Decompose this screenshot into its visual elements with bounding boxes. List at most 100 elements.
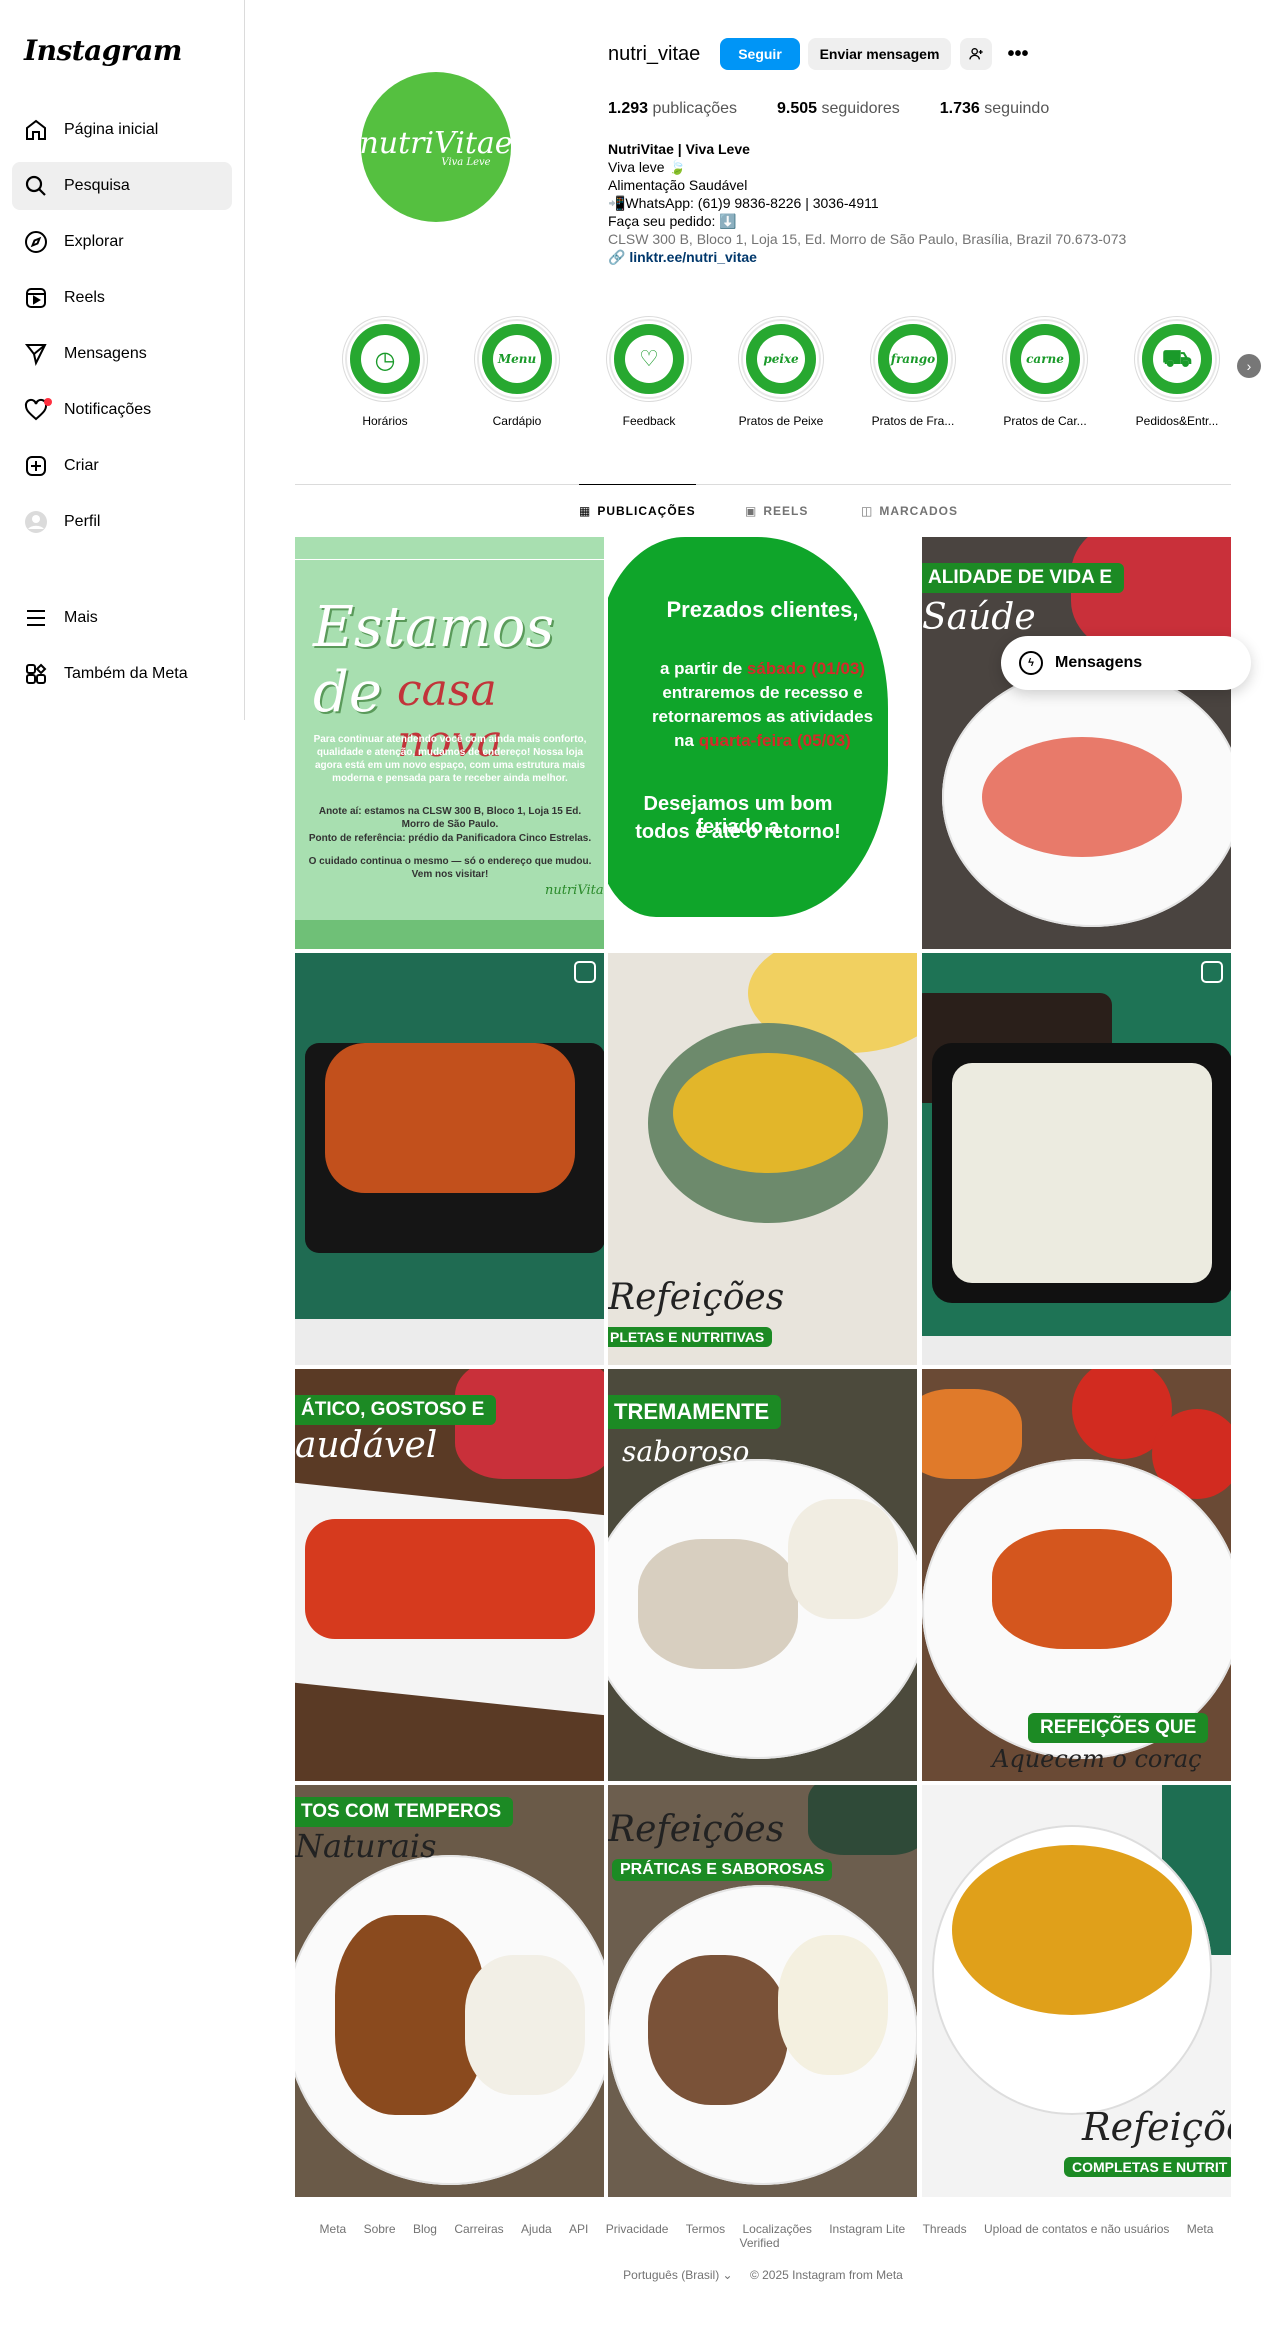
chevron-right-icon: › <box>1246 358 1252 374</box>
post-natural-seasoning[interactable]: TOS COM TEMPEROS Naturais <box>295 1785 604 2197</box>
post-ribbon: TREMAMENTE <box>608 1395 782 1429</box>
reels-icon <box>26 288 46 308</box>
notification-dot <box>44 398 52 406</box>
footer-link[interactable]: Localizações <box>742 2222 811 2236</box>
post-script: Refeições <box>608 1809 785 1850</box>
profile-stats: 1.293 publicações 9.505 seguidores 1.736… <box>608 100 1049 118</box>
footer-link[interactable]: Privacidade <box>606 2222 669 2236</box>
post-holiday-notice[interactable]: Prezados clientes, a partir de sábado (0… <box>608 537 917 949</box>
search-icon <box>25 175 46 196</box>
home-icon <box>26 119 46 140</box>
avatar-icon <box>25 511 47 533</box>
post-practical-meals[interactable]: Refeições PRÁTICAS E SABOROSAS <box>608 1785 917 2197</box>
story-highlights: ◷ Horários Menu Cardápio ♡ Feedback peixe Pr… <box>335 316 1261 436</box>
post-practical-tasty[interactable]: ÁTICO, GOSTOSO E audável <box>295 1369 604 1781</box>
sidebar-item-profile[interactable]: Perfil <box>12 498 232 546</box>
send-message-button[interactable]: Enviar mensagem <box>808 38 951 70</box>
footer-link[interactable]: Sobre <box>364 2222 396 2236</box>
delivery-truck-icon: ⛟ <box>1153 335 1201 383</box>
bio-address[interactable]: CLSW 300 B, Bloco 1, Loja 15, Ed. Morro … <box>608 230 1126 248</box>
post-ribbon: TOS COM TEMPEROS <box>295 1797 514 1827</box>
sidebar: Instagram Página inicial Pesquisa Explor… <box>0 0 245 720</box>
sidebar-item-label: Mais <box>64 609 98 626</box>
tab-reels[interactable]: ▣ REELS <box>745 485 808 537</box>
profile-avatar[interactable]: nutriVitae Viva Leve <box>359 72 513 222</box>
followers-count[interactable]: 9.505 seguidores <box>777 100 900 118</box>
post-reel-rice[interactable] <box>922 953 1231 1365</box>
sidebar-item-label: Página inicial <box>64 121 159 138</box>
post-moving-announcement[interactable]: Estamos de casa nova Para continuar aten… <box>295 537 604 949</box>
highlight-frango[interactable]: frango Pratos de Fra... <box>863 316 963 428</box>
following-count[interactable]: 1.736 seguindo <box>940 100 1049 118</box>
fish-icon: peixe <box>757 335 805 383</box>
avatar-brand-text: nutriVitae <box>359 126 513 161</box>
footer: Meta Sobre Blog Carreiras Ajuda API Priv… <box>295 2222 1231 2282</box>
post-body-text: Para continuar atendendo você com ainda … <box>313 734 587 784</box>
sidebar-item-more[interactable]: Mais <box>12 594 232 642</box>
feedback-heart-icon: ♡ <box>625 335 673 383</box>
post-soup-complete[interactable]: Refeições PLETAS E NUTRITIVAS <box>608 953 917 1365</box>
sidebar-item-notifications[interactable]: Notificações <box>12 386 232 434</box>
footer-link[interactable]: API <box>569 2222 588 2236</box>
floating-messages-button[interactable]: ϟ Mensagens <box>1001 636 1251 690</box>
sidebar-item-search[interactable]: Pesquisa <box>12 162 232 210</box>
footer-link[interactable]: Termos <box>686 2222 725 2236</box>
highlight-peixe[interactable]: peixe Pratos de Peixe <box>731 316 831 428</box>
meat-icon: carne <box>1021 335 1069 383</box>
posts-count[interactable]: 1.293 publicações <box>608 100 737 118</box>
sidebar-item-reels[interactable]: Reels <box>12 274 232 322</box>
send-icon <box>24 344 47 366</box>
highlight-carne[interactable]: carne Pratos de Car... <box>995 316 1095 428</box>
sidebar-item-label: Também da Meta <box>64 665 188 682</box>
tab-tagged[interactable]: ◫ MARCADOS <box>861 485 958 537</box>
more-options-button[interactable]: ••• <box>1002 38 1034 70</box>
highlight-pedidos[interactable]: ⛟ Pedidos&Entr... <box>1127 316 1227 428</box>
post-complete-soup[interactable]: Refeiçõe COMPLETAS E NUTRIT <box>922 1785 1231 2197</box>
post-quality-of-life[interactable]: ALIDADE DE VIDA E Saúde <box>922 537 1231 949</box>
post-ribbon: REFEIÇÕES QUE <box>1028 1713 1209 1743</box>
footer-link[interactable]: Instagram Lite <box>829 2222 905 2236</box>
suggest-user-button[interactable] <box>960 38 992 70</box>
post-script: saboroso <box>622 1435 750 1468</box>
post-warm-the-heart[interactable]: REFEIÇÕES QUE Aquecem o coraç <box>922 1369 1231 1781</box>
post-ribbon: COMPLETAS E NUTRIT <box>1064 2157 1231 2177</box>
post-extremely-tasty[interactable]: TREMAMENTE saboroso <box>608 1369 917 1781</box>
plus-square-icon <box>26 456 46 476</box>
sidebar-item-create[interactable]: Criar <box>12 442 232 490</box>
reels-tab-icon: ▣ <box>745 504 758 518</box>
sidebar-item-messages[interactable]: Mensagens <box>12 330 232 378</box>
footer-link[interactable]: Ajuda <box>521 2222 552 2236</box>
highlight-horarios[interactable]: ◷ Horários <box>335 316 435 428</box>
footer-link[interactable]: Meta <box>320 2222 347 2236</box>
highlight-feedback[interactable]: ♡ Feedback <box>599 316 699 428</box>
instagram-logo[interactable]: Instagram <box>24 34 182 67</box>
footer-link[interactable]: Upload de contatos e não usuários <box>984 2222 1169 2236</box>
language-selector[interactable]: Português (Brasil) ⌄ <box>623 2268 732 2282</box>
highlights-next-button[interactable]: › <box>1237 354 1261 378</box>
sidebar-item-label: Criar <box>64 457 99 474</box>
sidebar-item-label: Perfil <box>64 513 101 530</box>
highlight-cardapio[interactable]: Menu Cardápio <box>467 316 567 428</box>
follow-button[interactable]: Seguir <box>720 38 800 70</box>
sidebar-item-explore[interactable]: Explorar <box>12 218 232 266</box>
chicken-icon: frango <box>889 335 937 383</box>
post-address-text: Anote aí: estamos na CLSW 300 B, Bloco 1… <box>318 806 582 830</box>
footer-links: Meta Sobre Blog Carreiras Ajuda API Priv… <box>295 2222 1231 2250</box>
post-script: audável <box>295 1425 438 1466</box>
sidebar-item-label: Reels <box>64 289 105 306</box>
post-reel-sauce[interactable] <box>295 953 604 1365</box>
compass-icon <box>25 231 47 253</box>
ellipsis-icon: ••• <box>1007 42 1029 65</box>
sidebar-item-label: Notificações <box>64 401 152 418</box>
copyright-text: © 2025 Instagram from Meta <box>749 2268 903 2282</box>
profile-tabs: ▦ PUBLICAÇÕES ▣ REELS ◫ MARCADOS <box>295 484 1231 536</box>
link-icon: 🔗 <box>608 249 630 265</box>
sidebar-item-home[interactable]: Página inicial <box>12 106 232 154</box>
footer-link[interactable]: Blog <box>413 2222 437 2236</box>
avatar-tag-text: Viva Leve <box>441 157 491 168</box>
footer-link[interactable]: Threads <box>923 2222 967 2236</box>
sidebar-item-meta[interactable]: Também da Meta <box>12 650 232 698</box>
bio-link[interactable]: 🔗 linktr.ee/nutri_vitae <box>608 248 1126 266</box>
tab-posts[interactable]: ▦ PUBLICAÇÕES <box>579 484 696 536</box>
footer-link[interactable]: Carreiras <box>454 2222 503 2236</box>
